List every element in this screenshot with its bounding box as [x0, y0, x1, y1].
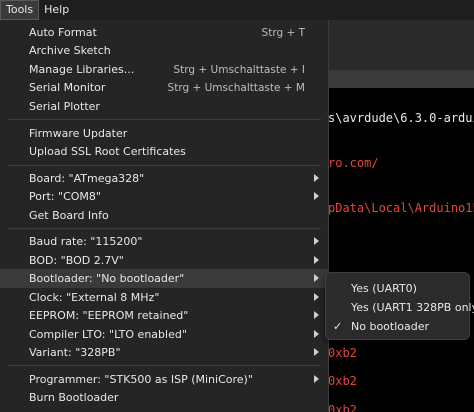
menu-item-label: Compiler LTO: "LTO enabled": [29, 328, 187, 341]
menu-separator: [8, 365, 321, 366]
menu-separator: [8, 228, 321, 229]
submenu-arrow-icon: [314, 192, 319, 200]
menu-item-bod[interactable]: BOD: "BOD 2.7V": [0, 251, 329, 270]
menu-item-archive-sketch[interactable]: Archive Sketch: [0, 41, 329, 60]
menu-item-upload-ssl-certificates[interactable]: Upload SSL Root Certificates: [0, 142, 329, 161]
menu-item-label: Baud rate: "115200": [29, 235, 143, 248]
menu-item-label: Board: "ATmega328": [29, 172, 145, 185]
console-line: s\avrdude\6.3.0-arduino17: [328, 111, 474, 125]
menu-item-label: Firmware Updater: [29, 127, 128, 140]
submenu-item-label: Yes (UART1 328PB only): [351, 301, 474, 314]
menu-item-baud-rate[interactable]: Baud rate: "115200": [0, 232, 329, 251]
submenu-item-no-bootloader[interactable]: ✓ No bootloader: [326, 317, 469, 336]
menu-item-firmware-updater[interactable]: Firmware Updater: [0, 124, 329, 143]
menu-item-label: Burn Bootloader: [29, 391, 119, 404]
menu-item-label: Port: "COM8": [29, 190, 101, 203]
menu-item-board[interactable]: Board: "ATmega328": [0, 169, 329, 188]
submenu-arrow-icon: [314, 375, 319, 383]
menu-item-label: Auto Format: [29, 26, 97, 39]
menu-item-serial-monitor[interactable]: Serial Monitor Strg + Umschalttaste + M: [0, 78, 329, 97]
menu-tools[interactable]: Tools: [0, 0, 40, 20]
menu-bar: Tools Help: [0, 0, 474, 20]
submenu-arrow-icon: [314, 330, 319, 338]
menu-item-label: Get Board Info: [29, 209, 109, 222]
menu-item-get-board-info[interactable]: Get Board Info: [0, 206, 329, 225]
console-line: 0xb2: [328, 403, 357, 412]
menu-help[interactable]: Help: [39, 0, 74, 20]
menu-item-label: Variant: "328PB": [29, 346, 121, 359]
menu-item-label: Upload SSL Root Certificates: [29, 145, 186, 158]
console-line: 0xb2: [328, 346, 357, 360]
menu-item-shortcut: Strg + Umschalttaste + I: [173, 63, 305, 76]
submenu-arrow-icon: [314, 274, 319, 282]
menu-item-shortcut: Strg + Umschalttaste + M: [167, 81, 305, 94]
menu-item-label: Serial Plotter: [29, 100, 100, 113]
menu-item-clock[interactable]: Clock: "External 8 MHz": [0, 288, 329, 307]
console-line: pData\Local\Arduino15\pac: [328, 201, 474, 215]
menu-item-label: Clock: "External 8 MHz": [29, 291, 160, 304]
editor-area: [328, 20, 474, 70]
output-panel-header: [328, 70, 474, 88]
menu-item-bootloader[interactable]: Bootloader: "No bootloader": [0, 269, 329, 288]
submenu-arrow-icon: [314, 256, 319, 264]
menu-item-port[interactable]: Port: "COM8": [0, 187, 329, 206]
menu-separator: [8, 119, 321, 120]
console-line: 0xb2: [328, 374, 357, 388]
submenu-item-yes-uart0[interactable]: Yes (UART0): [326, 279, 469, 298]
menu-item-eeprom[interactable]: EEPROM: "EEPROM retained": [0, 306, 329, 325]
bootloader-submenu: Yes (UART0) Yes (UART1 328PB only) ✓ No …: [325, 272, 474, 340]
submenu-arrow-icon: [314, 348, 319, 356]
menu-item-label: Bootloader: "No bootloader": [29, 272, 185, 285]
menu-item-manage-libraries[interactable]: Manage Libraries... Strg + Umschalttaste…: [0, 60, 329, 79]
output-console: s\avrdude\6.3.0-arduino17 ro.com/ pData\…: [328, 88, 474, 412]
tools-menu: Auto Format Strg + T Archive Sketch Mana…: [0, 20, 329, 412]
menu-item-label: Manage Libraries...: [29, 63, 135, 76]
menu-item-label: Serial Monitor: [29, 81, 106, 94]
submenu-arrow-icon: [314, 174, 319, 182]
console-line: ro.com/: [328, 156, 379, 170]
menu-item-programmer[interactable]: Programmer: "STK500 as ISP (MiniCore)": [0, 370, 329, 389]
submenu-arrow-icon: [314, 293, 319, 301]
menu-item-compiler-lto[interactable]: Compiler LTO: "LTO enabled": [0, 325, 329, 344]
menu-item-serial-plotter[interactable]: Serial Plotter: [0, 97, 329, 116]
submenu-arrow-icon: [314, 237, 319, 245]
menu-item-label: EEPROM: "EEPROM retained": [29, 309, 189, 322]
submenu-arrow-icon: [314, 311, 319, 319]
submenu-item-label: Yes (UART0): [351, 282, 417, 295]
menu-item-shortcut: Strg + T: [261, 26, 305, 39]
submenu-item-label: No bootloader: [351, 320, 430, 333]
menu-item-auto-format[interactable]: Auto Format Strg + T: [0, 23, 329, 42]
submenu-item-yes-uart1[interactable]: Yes (UART1 328PB only): [326, 298, 474, 317]
menu-separator: [8, 165, 321, 166]
menu-item-label: Archive Sketch: [29, 44, 111, 57]
checkmark-icon: ✓: [333, 320, 343, 333]
menu-item-label: BOD: "BOD 2.7V": [29, 254, 124, 267]
menu-item-variant[interactable]: Variant: "328PB": [0, 343, 329, 362]
menu-item-burn-bootloader[interactable]: Burn Bootloader: [0, 388, 329, 407]
menu-item-label: Programmer: "STK500 as ISP (MiniCore)": [29, 373, 253, 386]
